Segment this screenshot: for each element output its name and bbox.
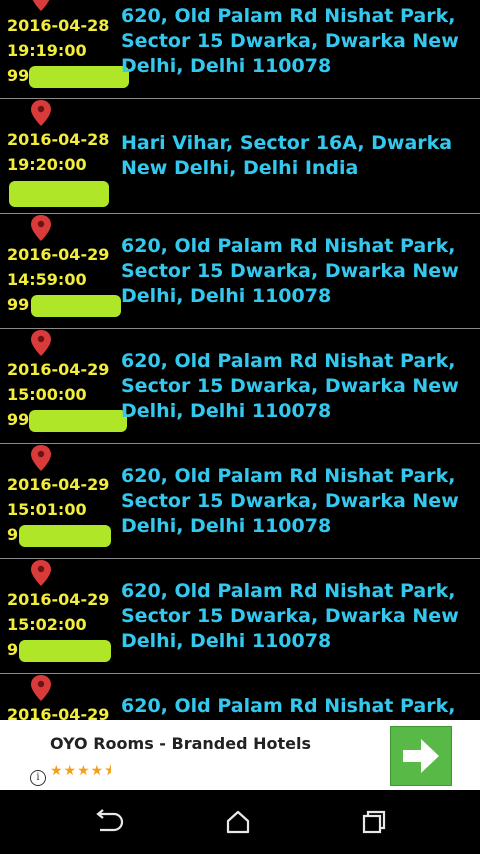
home-icon[interactable] — [218, 804, 258, 840]
recent-apps-icon[interactable] — [354, 804, 394, 840]
back-icon[interactable] — [88, 804, 128, 840]
entry-address: 620, Old Palam Rd Nishat Park, Sector 15… — [121, 465, 459, 537]
entry-date: 2016-04-29 — [7, 705, 110, 720]
map-pin-icon — [31, 330, 51, 356]
entry-time: 14:59:00 — [7, 270, 87, 289]
entry-address: 620, Old Palam Rd Nishat Park, Sector 15… — [121, 5, 459, 77]
entry-phone: 99 — [7, 292, 121, 317]
system-navigation-bar — [0, 790, 480, 854]
entry-phone: 9 — [7, 637, 115, 662]
entry-address: 620, Old Palam Rd Nishat Park, — [121, 695, 456, 717]
map-pin-icon — [31, 215, 51, 241]
entry-date: 2016-04-28 — [7, 16, 110, 35]
ad-title[interactable]: OYO Rooms - Branded Hotels — [50, 734, 311, 753]
ad-info-icon[interactable]: i — [30, 770, 46, 786]
arrow-right-icon — [403, 739, 439, 773]
entry-date: 2016-04-29 — [7, 245, 110, 264]
list-item[interactable]: 2016-04-28 19:20:00 Hari Vihar, Sector 1… — [0, 99, 480, 214]
entry-time: 19:20:00 — [7, 155, 87, 174]
entry-date: 2016-04-29 — [7, 360, 110, 379]
list-item[interactable]: 2016-04-29 15:00:00 99 620, Old Palam Rd… — [0, 329, 480, 444]
entry-phone: 99 — [7, 63, 129, 88]
list-item[interactable]: 2016-04-29 14:59:00 99 620, Old Palam Rd… — [0, 214, 480, 329]
location-history-list[interactable]: 2016-04-28 19:19:00 99 620, Old Palam Rd… — [0, 0, 480, 720]
entry-date: 2016-04-28 — [7, 130, 110, 149]
entry-address: 620, Old Palam Rd Nishat Park, Sector 15… — [121, 235, 459, 307]
map-pin-icon — [31, 100, 51, 126]
map-pin-icon — [31, 560, 51, 586]
entry-phone — [7, 177, 115, 207]
map-pin-icon — [31, 675, 51, 701]
list-item[interactable]: 2016-04-29 620, Old Palam Rd Nishat Park… — [0, 674, 480, 720]
ad-rating-stars: ★★★★⯨ — [50, 763, 113, 779]
entry-time: 15:01:00 — [7, 500, 87, 519]
entry-time: 15:00:00 — [7, 385, 87, 404]
map-pin-icon — [31, 445, 51, 471]
entry-date: 2016-04-29 — [7, 475, 110, 494]
entry-date: 2016-04-29 — [7, 590, 110, 609]
entry-address: 620, Old Palam Rd Nishat Park, Sector 15… — [121, 350, 459, 422]
entry-phone: 9 — [7, 522, 115, 547]
list-item[interactable]: 2016-04-29 15:01:00 9 620, Old Palam Rd … — [0, 444, 480, 559]
list-item[interactable]: 2016-04-29 15:02:00 9 620, Old Palam Rd … — [0, 559, 480, 674]
entry-address: 620, Old Palam Rd Nishat Park, Sector 15… — [121, 580, 459, 652]
map-pin-icon — [32, 0, 50, 11]
ad-arrow-button[interactable] — [390, 726, 452, 786]
entry-phone: 99 — [7, 407, 127, 432]
entry-time: 15:02:00 — [7, 615, 87, 634]
list-item[interactable]: 2016-04-28 19:19:00 99 620, Old Palam Rd… — [0, 0, 480, 99]
ad-banner[interactable]: OYO Rooms - Branded Hotels ★★★★⯨ i — [0, 720, 480, 790]
entry-address: Hari Vihar, Sector 16A, Dwarka New Delhi… — [121, 132, 453, 179]
entry-time: 19:19:00 — [7, 41, 87, 60]
